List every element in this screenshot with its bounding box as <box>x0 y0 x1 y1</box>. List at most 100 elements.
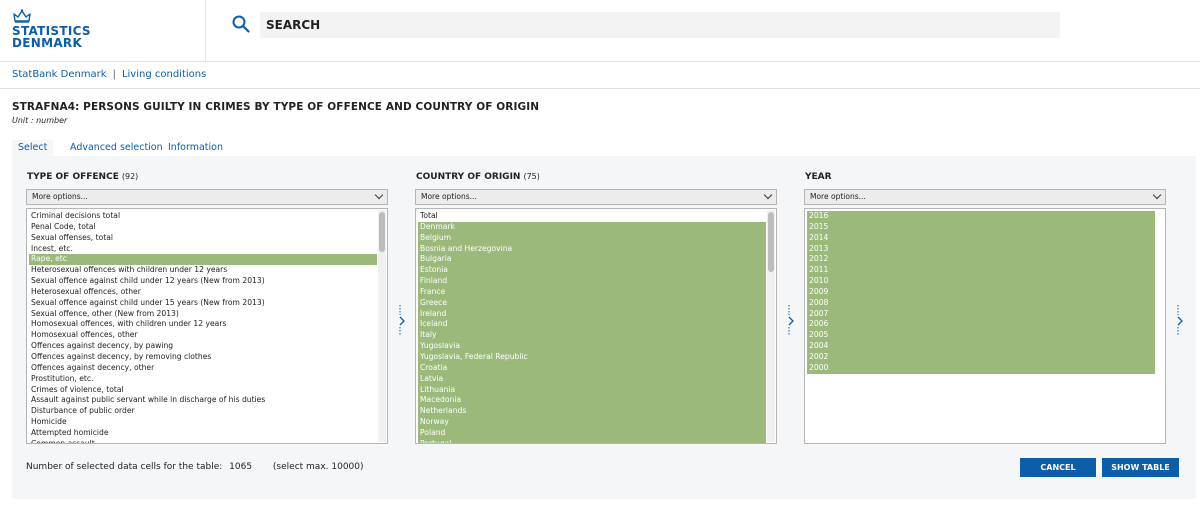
list-item[interactable]: 2004 <box>807 341 1155 352</box>
list-item[interactable]: Yugoslavia <box>418 341 766 352</box>
breadcrumb-link-statbank[interactable]: StatBank Denmark <box>12 69 107 80</box>
list-item[interactable]: Sexual offence against child under 15 ye… <box>29 298 377 309</box>
scrollbar[interactable] <box>378 210 386 442</box>
list-item[interactable]: Yugoslavia, Federal Republic <box>418 351 766 363</box>
list-item[interactable]: Bosnia and Herzegovina <box>418 243 766 255</box>
list-item[interactable]: 2006 <box>807 319 1155 331</box>
list-item[interactable]: Norway <box>418 417 766 428</box>
selector-title-country: COUNTRY OF ORIGIN (75) <box>416 172 540 182</box>
list-item[interactable]: Offences against decency, by pawing <box>29 341 377 352</box>
list-item[interactable]: 2012 <box>807 254 1155 266</box>
max-cells-note: (select max. 10000) <box>272 462 364 472</box>
list-item[interactable]: Bulgaria <box>418 254 766 266</box>
list-item[interactable]: Prostitution, etc. <box>29 374 377 385</box>
list-item[interactable]: Offences against decency, by removing cl… <box>29 352 377 363</box>
brand-name: STATISTICS DENMARK <box>12 25 91 49</box>
list-item[interactable]: Homicide <box>29 417 377 428</box>
list-item[interactable]: 2009 <box>807 286 1155 298</box>
list-item[interactable]: Lithuania <box>418 384 766 396</box>
list-item[interactable]: 2015 <box>807 221 1155 233</box>
list-item[interactable]: Criminal decisions total <box>29 211 377 222</box>
list-item[interactable]: 2010 <box>807 276 1155 287</box>
list-item[interactable]: Italy <box>418 330 766 342</box>
scrollbar-thumb[interactable] <box>768 212 774 272</box>
list-item[interactable]: Poland <box>418 427 766 439</box>
list-item[interactable]: Offences against decency, other <box>29 363 377 374</box>
list-item[interactable]: Assault against public servant while in … <box>29 395 377 406</box>
list-item[interactable]: Belgium <box>418 232 766 244</box>
selected-cells-value: 1065 <box>229 462 253 472</box>
list-item[interactable]: Portugal <box>418 438 766 443</box>
more-options-dropdown-country[interactable]: More options... <box>415 189 777 205</box>
selector-title-text: COUNTRY OF ORIGIN <box>416 172 521 182</box>
more-options-dropdown-year[interactable]: More options... <box>804 189 1166 205</box>
scrollbar[interactable] <box>767 210 775 442</box>
list-item[interactable]: Macedonia <box>418 395 766 407</box>
list-item[interactable]: Denmark <box>418 221 766 233</box>
breadcrumb-link-living-conditions[interactable]: Living conditions <box>122 69 206 80</box>
list-item[interactable]: Sexual offence, other (New from 2013) <box>29 309 377 320</box>
more-options-dropdown-offence[interactable]: More options... <box>26 189 388 205</box>
header: STATISTICS DENMARK <box>0 0 1200 62</box>
list-item[interactable]: Sexual offenses, total <box>29 233 377 244</box>
list-item[interactable]: 2011 <box>807 265 1155 277</box>
listbox-country[interactable]: Total Denmark Belgium Bosnia and Herzegovin… <box>415 208 777 444</box>
list-item[interactable]: Total <box>418 211 766 222</box>
show-table-button[interactable]: SHOW TABLE <box>1102 458 1179 477</box>
selector-title-text: YEAR <box>805 172 832 182</box>
list-item[interactable]: Attempted homicide <box>29 428 377 439</box>
list-item[interactable]: 2007 <box>807 308 1155 320</box>
list-item[interactable]: Common assault <box>29 439 377 443</box>
list-item[interactable]: Penal Code, total <box>29 222 377 233</box>
tab-information[interactable]: Information <box>162 140 229 155</box>
dropdown-label: More options... <box>32 192 88 201</box>
list-item[interactable]: Iceland <box>418 319 766 331</box>
chevron-right-icon[interactable] <box>786 305 798 335</box>
list-item[interactable]: France <box>418 286 766 298</box>
selector-count: (75) <box>523 172 540 181</box>
cancel-button[interactable]: CANCEL <box>1020 458 1096 477</box>
list-item[interactable]: 2016 <box>807 211 1155 222</box>
list-year-items: 2016 2015 2014 2013 2012 2011 2010 2009 2008 2007… <box>807 211 1155 374</box>
tab-advanced-selection[interactable]: Advanced selection <box>64 140 169 155</box>
list-item[interactable]: 2002 <box>807 351 1155 363</box>
list-item[interactable]: Greece <box>418 297 766 309</box>
list-item[interactable]: Latvia <box>418 373 766 385</box>
list-country-items: Total Denmark Belgium Bosnia and Herzegovin… <box>418 211 766 443</box>
list-item[interactable]: Rape, etc <box>29 254 377 266</box>
header-divider <box>205 0 206 62</box>
list-item[interactable]: Disturbance of public order <box>29 406 377 417</box>
scrollbar-thumb[interactable] <box>379 212 385 252</box>
chevron-right-icon[interactable] <box>397 305 409 335</box>
listbox-year[interactable]: 2016 2015 2014 2013 2012 2011 2010 2009 2008 2007… <box>804 208 1166 444</box>
list-item[interactable]: Croatia <box>418 362 766 374</box>
search-icon[interactable] <box>232 15 250 33</box>
list-item[interactable]: Heterosexual offences with children unde… <box>29 265 377 276</box>
list-item[interactable]: 2005 <box>807 330 1155 342</box>
divider <box>0 88 1200 89</box>
selector-title-text: TYPE OF OFFENCE <box>27 172 119 182</box>
chevron-right-icon[interactable] <box>1175 305 1187 335</box>
list-item[interactable]: Netherlands <box>418 406 766 418</box>
list-item[interactable]: Sexual offence against child under 12 ye… <box>29 276 377 287</box>
list-item[interactable]: 2008 <box>807 297 1155 309</box>
list-item[interactable]: 2000 <box>807 362 1155 374</box>
listbox-offence[interactable]: Criminal decisions total Penal Code, tota… <box>26 208 388 444</box>
logo[interactable]: STATISTICS DENMARK <box>12 9 92 53</box>
list-item[interactable]: 2013 <box>807 243 1155 255</box>
list-item[interactable]: 2014 <box>807 232 1155 244</box>
chevron-down-icon <box>763 190 773 200</box>
list-item[interactable]: Heterosexual offences, other <box>29 287 377 298</box>
list-item[interactable]: Homosexual offences, other <box>29 330 377 341</box>
list-item[interactable]: Incest, etc. <box>29 244 377 255</box>
list-item[interactable]: Crimes of violence, total <box>29 385 377 396</box>
selector-title-year: YEAR <box>805 172 835 182</box>
list-item[interactable]: Homosexual offences, with children under… <box>29 319 377 330</box>
list-item[interactable]: Finland <box>418 276 766 287</box>
search-box <box>260 12 1060 38</box>
list-item[interactable]: Ireland <box>418 308 766 320</box>
search-input[interactable] <box>260 12 1060 38</box>
selector-count: (92) <box>121 172 139 181</box>
dropdown-label: More options... <box>810 192 866 201</box>
list-item[interactable]: Estonia <box>418 265 766 277</box>
